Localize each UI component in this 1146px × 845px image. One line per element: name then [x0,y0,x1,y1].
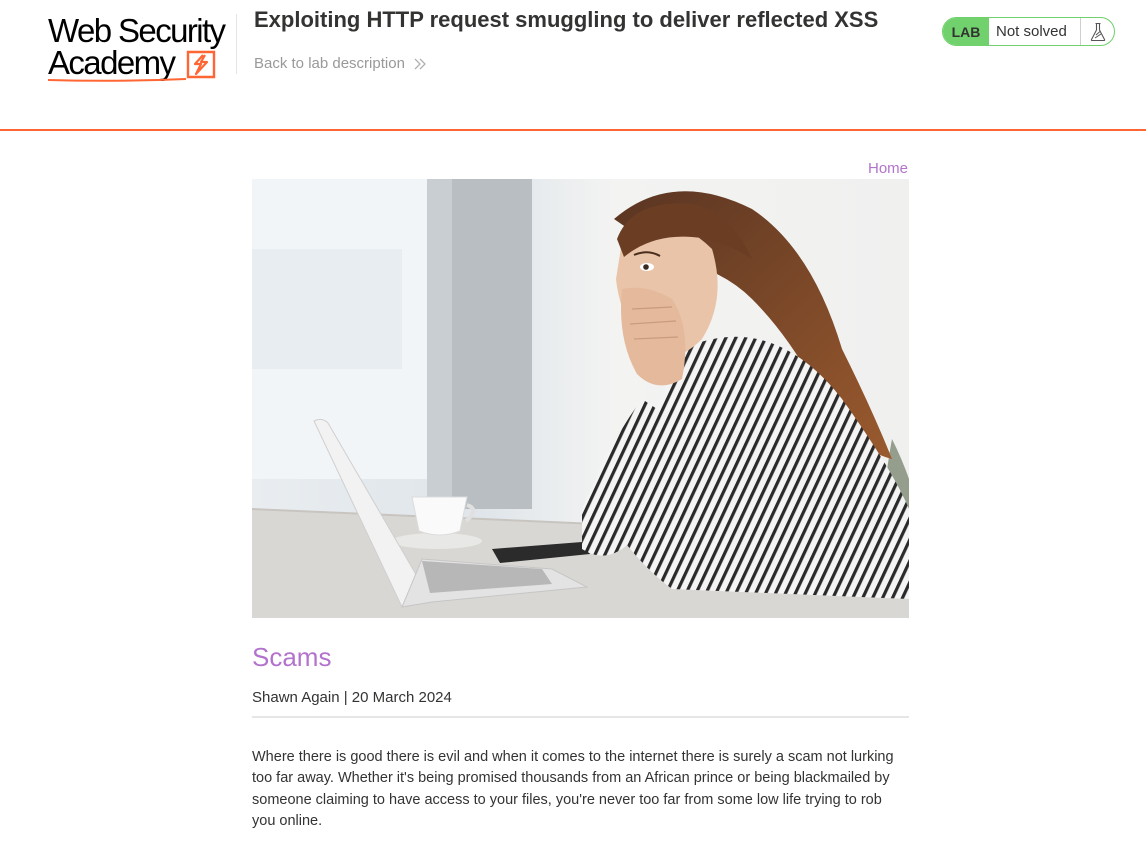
double-chevron-right-icon [414,58,426,69]
flask-icon [1081,18,1114,45]
post-divider [252,716,909,718]
post-image [252,179,909,618]
logo-underline-icon [48,78,187,82]
logo-text-line2: Academy [48,44,176,81]
back-to-lab-description-link[interactable]: Back to lab description [254,55,427,72]
post-photo-illustration [252,179,909,618]
back-link-label: Back to lab description [254,55,405,72]
academy-lab-header: Web Security Academy Exploiting HTTP req… [0,0,1146,131]
web-security-academy-logo[interactable]: Web Security Academy [48,12,234,82]
post-author-date: Shawn Again | 20 March 2024 [252,689,452,706]
logo-text-line1: Web Security [48,12,226,49]
lab-badge: LAB [943,18,989,45]
lab-status-text: Not solved [989,18,1081,45]
post-title: Scams [252,642,332,672]
lab-status-widget: LAB Not solved [942,17,1115,46]
header-divider [236,14,237,74]
post-body-paragraph: Where there is good there is evil and wh… [252,749,894,829]
academy-lightning-icon [186,50,216,79]
lab-title: Exploiting HTTP request smuggling to del… [254,7,879,32]
home-link[interactable]: Home [868,160,908,177]
